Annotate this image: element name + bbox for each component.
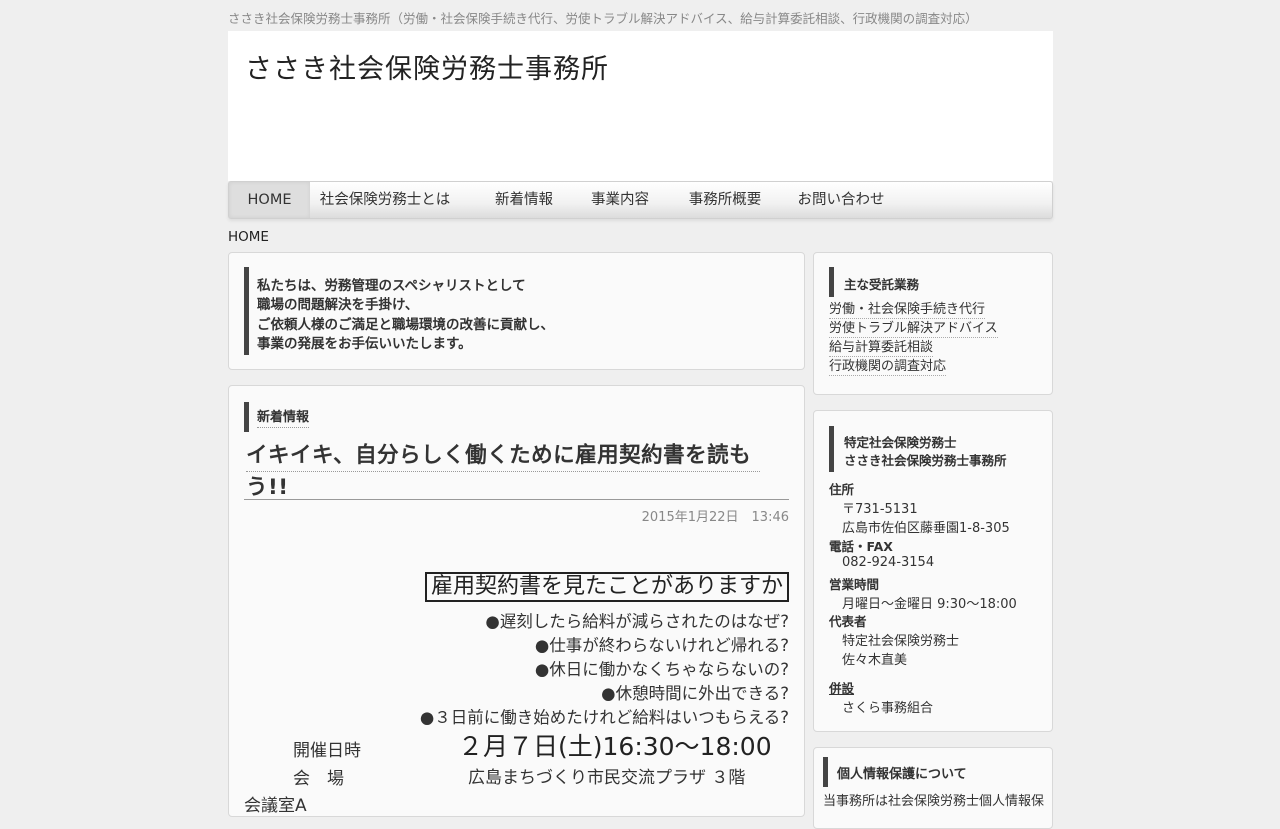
title-divider (244, 499, 789, 500)
intro-line: 事業の発展をお手伝いいたします。 (257, 336, 472, 352)
nav-news[interactable]: 新着情報 (481, 182, 567, 218)
services-accent-bar (829, 267, 834, 297)
office-info-box: 特定社会保険労務士 ささき社会保険労務士事務所 住所 〒731-5131 広島市… (813, 410, 1053, 732)
hours-label: 営業時間 (829, 577, 880, 592)
news-article-box: 新着情報 イキイキ、自分らしく働くために雇用契約書を読も う!! 2015年1月… (228, 385, 805, 817)
event-venue-label: 会 場 (293, 769, 344, 789)
news-title-continued[interactable]: う!! (246, 470, 289, 501)
intro-line: ご依頼人様のご満足と職場環境の改善に貢献し、 (257, 317, 554, 333)
flyer-question: ●休日に働かなくちゃならないの? (534, 660, 789, 679)
flyer-question: ●遅刻したら給料が減らされたのはなぜ? (485, 612, 789, 631)
post-date: 2015年1月22日 13:46 (641, 510, 789, 525)
nav-home[interactable]: HOME (229, 182, 310, 218)
nav-about-sharoushi[interactable]: 社会保険労務士とは (311, 182, 459, 218)
intro-line: 私たちは、労務管理のスペシャリストとして (257, 278, 526, 294)
intro-box: 私たちは、労務管理のスペシャリストとして 職場の問題解決を手掛け、 ご依頼人様の… (228, 252, 805, 370)
global-nav: HOME 社会保険労務士とは 新着情報 事業内容 事務所概要 お問い合わせ (228, 181, 1053, 219)
address-value: 広島市佐伯区藤垂園1-8-305 (842, 521, 1010, 536)
representative-name: 佐々木直美 (842, 653, 908, 668)
phone-label: 電話・FAX (829, 539, 893, 554)
intro-accent-bar (244, 267, 249, 355)
privacy-accent-bar (823, 757, 828, 787)
flyer-headline: 雇用契約書を見たことがありますか (424, 572, 789, 602)
address-label: 住所 (829, 482, 855, 497)
affiliate-value: さくら事務組合 (842, 701, 934, 716)
hours-value: 月曜日〜金曜日 9:30〜18:00 (842, 597, 1017, 612)
site-tagline: ささき社会保険労務士事務所（労働・社会保険手続き代行、労使トラブル解決アドバイス… (228, 11, 978, 26)
flyer-question: ●休憩時間に外出できる? (601, 684, 789, 703)
event-venue-value: 広島まちづくり市民交流プラザ ３階 (468, 768, 746, 788)
postal-code: 〒731-5131 (842, 502, 918, 517)
news-title[interactable]: イキイキ、自分らしく働くために雇用契約書を読も (246, 438, 760, 472)
flyer-question: ●３日前に働き始めたけれど給料はいつもらえる? (419, 708, 789, 727)
service-link[interactable]: 労使トラブル解決アドバイス (829, 321, 998, 338)
service-link[interactable]: 給与計算委託相談 (829, 340, 934, 357)
representative-title: 特定社会保険労務士 (842, 634, 960, 649)
site-header: ささき社会保険労務士事務所 (228, 31, 1053, 181)
representative-label: 代表者 (829, 614, 867, 629)
nav-office[interactable]: 事務所概要 (675, 182, 775, 218)
phone-value: 082-924-3154 (842, 555, 935, 570)
news-section-label[interactable]: 新着情報 (257, 406, 310, 428)
services-box: 主な受託業務 労働・社会保険手続き代行 労使トラブル解決アドバイス 給与計算委託… (813, 252, 1053, 395)
intro-line: 職場の問題解決を手掛け、 (257, 297, 419, 313)
site-title[interactable]: ささき社会保険労務士事務所 (245, 47, 609, 86)
event-date-value: ２月７日(土)16:30〜18:00 (458, 732, 772, 761)
service-link[interactable]: 労働・社会保険手続き代行 (829, 302, 986, 319)
privacy-box: 個人情報保護について 当事務所は社会保険労務士個人情報保 (813, 747, 1053, 829)
breadcrumb: HOME (228, 229, 269, 245)
office-heading-name: ささき社会保険労務士事務所 (844, 453, 1007, 468)
affiliate-link[interactable]: 併設 (829, 678, 854, 697)
nav-contact[interactable]: お問い合わせ (785, 182, 897, 218)
service-link[interactable]: 行政機関の調査対応 (829, 359, 947, 376)
event-room-label: 会議室A (244, 796, 307, 816)
nav-services[interactable]: 事業内容 (577, 182, 663, 218)
privacy-heading[interactable]: 個人情報保護について (837, 763, 967, 782)
news-accent-bar (244, 402, 249, 432)
flyer-question: ●仕事が終わらないけれど帰れる? (534, 636, 789, 655)
office-accent-bar (829, 426, 834, 472)
office-heading-title: 特定社会保険労務士 (844, 435, 957, 450)
services-heading: 主な受託業務 (844, 277, 920, 292)
event-date-label: 開催日時 (293, 741, 361, 761)
